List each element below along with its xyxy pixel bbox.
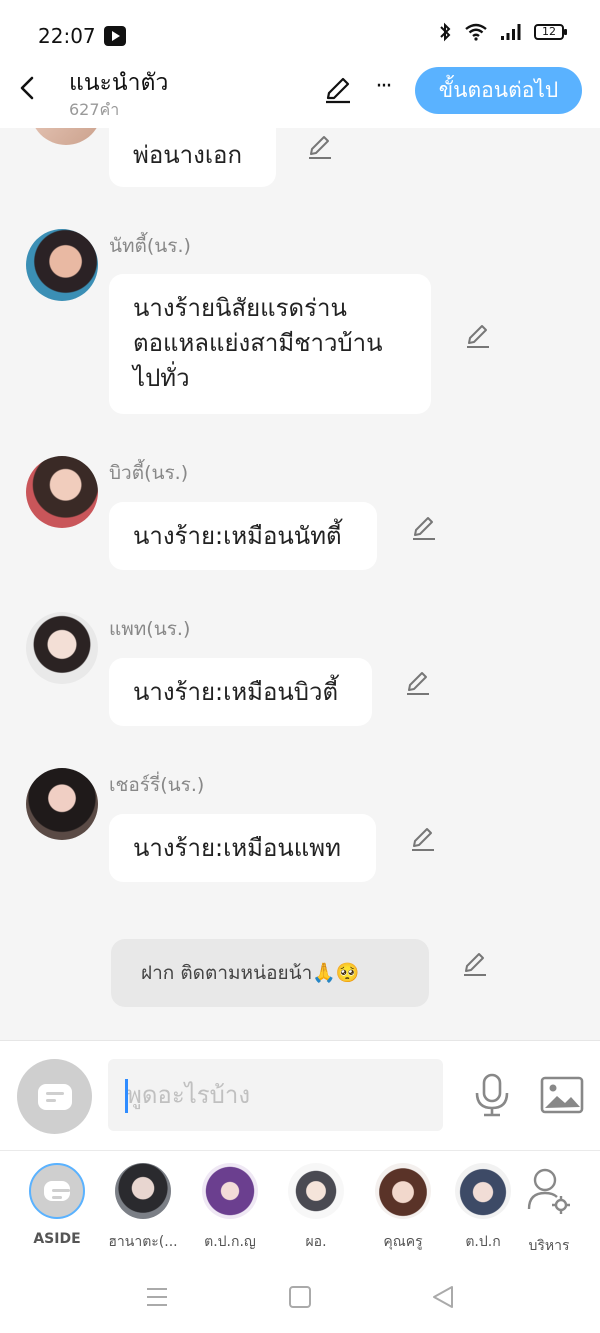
edit-message-icon[interactable] [306,133,334,161]
character-avatar[interactable] [30,128,102,145]
message-bubble[interactable]: นางร้ายนิสัยแรดร่าน ตอแหลแย่งสามีชาวบ้าน… [109,274,431,414]
speaker-name: บิวตี้(นร.) [109,462,189,484]
status-time: 22:07 [38,24,96,48]
edit-message-icon[interactable] [404,669,432,697]
page-title: แนะนำตัว [69,70,169,96]
edit-pencil-icon[interactable] [322,74,354,106]
character-avatar[interactable] [26,612,98,684]
character-avatar[interactable] [26,229,98,301]
aside-avatar [29,1163,85,1219]
character-label: ASIDE [33,1231,81,1247]
input-bar [0,1040,600,1150]
aside-toggle-button[interactable] [17,1059,92,1134]
microphone-icon[interactable] [472,1073,512,1117]
message-bubble[interactable]: พ่อนางเอก [109,128,276,187]
character-label: คุณครู [383,1234,423,1250]
character-teacher[interactable]: คุณครู [363,1163,443,1253]
word-count: 627คำ [69,100,120,119]
more-options-button[interactable]: ··· [368,72,398,102]
home-icon[interactable] [289,1286,311,1308]
chat-bubble-icon [37,1083,72,1110]
wifi-icon [465,23,487,41]
character-avatar [202,1163,258,1219]
character-label: ผอ. [305,1234,327,1250]
battery-icon: 12 [534,24,567,40]
speaker-name: แพท(นร.) [109,618,191,640]
character-label: ต.ป.ก.ญ [204,1234,256,1250]
message-line: ไปทั่ว [133,364,190,392]
menu-icon[interactable] [145,1286,169,1308]
message-line: นางร้ายนิสัยแรดร่าน [133,294,347,322]
message-bubble[interactable]: นางร้าย:เหมือนบิวตี้ [109,658,372,726]
character-avatar [288,1163,344,1219]
status-bar: 22:07 12 [0,0,600,62]
header: แนะนำตัว 627คำ ··· ขั้นตอนต่อไป [0,62,600,128]
image-icon[interactable] [540,1075,584,1115]
text-caret [125,1079,128,1113]
character-avatar[interactable] [26,768,98,840]
signal-icon [501,24,521,40]
message-bubble[interactable]: นางร้าย:เหมือนแพท [109,814,376,882]
manage-characters-button[interactable]: บริหาร [509,1163,589,1257]
chat-area[interactable]: พ่อนางเอก นัทตี้(นร.) นางร้ายนิสัยแรดร่า… [0,128,600,1040]
character-aside[interactable]: ASIDE [17,1163,97,1247]
character-hanata[interactable]: ฮานาตะ(... [103,1163,183,1253]
chat-bubble-icon [44,1181,70,1201]
character-avatar [115,1163,171,1219]
video-app-icon [104,26,126,46]
back-arrow-icon[interactable] [14,74,42,102]
character-avatar [375,1163,431,1219]
character-label: บริหาร [528,1238,570,1254]
next-step-button[interactable]: ขั้นตอนต่อไป [415,67,582,114]
edit-message-icon[interactable] [409,825,437,853]
system-nav-bar [0,1262,600,1333]
speaker-name: นัทตี้(นร.) [109,235,191,257]
edit-message-icon[interactable] [410,514,438,542]
character-avatar[interactable] [26,456,98,528]
back-triangle-icon[interactable] [430,1284,456,1310]
character-principal[interactable]: ผอ. [276,1163,356,1253]
message-bubble[interactable]: นางร้าย:เหมือนนัทตี้ [109,502,377,570]
edit-message-icon[interactable] [464,322,492,350]
aside-message[interactable]: ฝาก ติดตามหน่อยน้า🙏🥺 [111,939,429,1007]
edit-message-icon[interactable] [461,950,489,978]
message-line: ตอแหลแย่งสามีชาวบ้าน [133,329,383,357]
bluetooth-icon [440,22,451,42]
character-selector: ASIDE ฮานาตะ(... ต.ป.ก.ญ ผอ. คุณครู ต.ป.… [0,1150,600,1262]
message-input[interactable] [108,1059,443,1131]
character-tpkn[interactable]: ต.ป.ก.ญ [190,1163,270,1253]
speaker-name: เชอร์รี่(นร.) [109,774,205,796]
character-avatar [455,1163,511,1219]
manage-user-icon [527,1168,570,1214]
character-label: ฮานาตะ(... [108,1234,178,1250]
status-icons: 12 [438,22,567,42]
